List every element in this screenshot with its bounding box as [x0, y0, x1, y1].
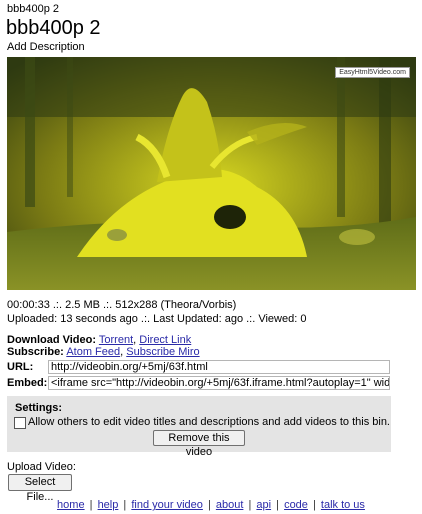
footer-link-talk-to-us[interactable]: talk to us: [321, 499, 365, 511]
footer-separator: |: [248, 499, 252, 511]
footer-link-api[interactable]: api: [256, 499, 271, 511]
remove-video-button[interactable]: Remove this video: [153, 430, 245, 458]
url-field[interactable]: http://videobin.org/+5mj/63f.html: [48, 360, 390, 374]
add-description-link[interactable]: Add Description: [7, 41, 85, 53]
subscribe-label: Subscribe:: [7, 346, 64, 358]
page-title: bbb400p 2: [6, 17, 101, 39]
footer-link-find-your-video[interactable]: find your video: [131, 499, 203, 511]
footer-link-help[interactable]: help: [98, 499, 119, 511]
embed-field[interactable]: <iframe src="http://videobin.org/+5mj/63…: [48, 376, 390, 390]
subscribe-miro-link[interactable]: Subscribe Miro: [126, 346, 199, 358]
video-info: 00:00:33 .:. 2.5 MB .:. 512x288 (Theora/…: [7, 299, 237, 311]
footer-separator: |: [123, 499, 127, 511]
footer-link-about[interactable]: about: [216, 499, 244, 511]
direct-link[interactable]: Direct Link: [139, 334, 191, 346]
footer-nav: home | help | find your video | about | …: [0, 499, 422, 511]
video-player[interactable]: EasyHtml5Video.com: [7, 57, 416, 290]
subscribe-row: Subscribe: Atom Feed, Subscribe Miro: [7, 346, 200, 358]
settings-label: Settings:: [15, 402, 63, 414]
footer-separator: |: [276, 499, 279, 511]
settings-panel: Settings: Allow others to edit video tit…: [7, 396, 391, 458]
upload-info: Uploaded: 13 seconds ago .:. Last Update…: [7, 313, 307, 325]
allow-edit-label: Allow others to edit video titles and de…: [28, 416, 390, 428]
select-file-button[interactable]: Select File...: [8, 474, 72, 503]
footer-link-code[interactable]: code: [284, 499, 308, 511]
url-label: URL:: [7, 361, 34, 373]
breadcrumb: bbb400p 2: [7, 3, 59, 15]
download-label: Download Video:: [7, 334, 97, 346]
footer-link-home[interactable]: home: [57, 499, 85, 511]
subscribe-separator: ,: [120, 346, 124, 358]
embed-label: Embed:: [7, 377, 48, 389]
footer-separator: |: [312, 499, 316, 511]
upload-label: Upload Video:: [7, 461, 76, 473]
footer-separator: |: [207, 499, 211, 511]
download-row: Download Video: Torrent, Direct Link: [7, 334, 191, 346]
download-separator: ,: [133, 334, 137, 346]
atom-feed-link[interactable]: Atom Feed: [66, 346, 120, 358]
torrent-link[interactable]: Torrent: [99, 334, 133, 346]
video-frame: [7, 57, 416, 290]
allow-edit-checkbox[interactable]: [14, 417, 26, 429]
footer-separator: |: [89, 499, 93, 511]
video-watermark: EasyHtml5Video.com: [335, 67, 410, 78]
